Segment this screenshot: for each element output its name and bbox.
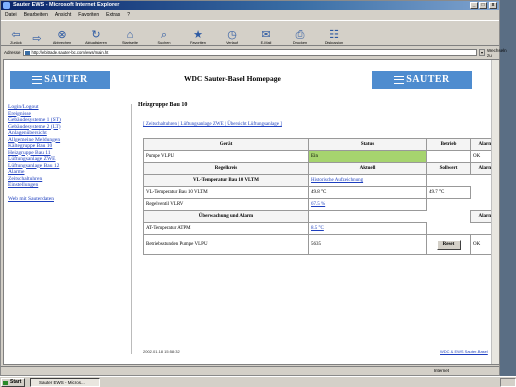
- menu-bearbeiten[interactable]: Bearbeiten: [24, 11, 48, 19]
- history-icon: ◷: [227, 29, 237, 41]
- status-table: Gerät Status Betrieb Alarm Pumpe VLPU Ei…: [143, 138, 500, 255]
- table-row: Überwachung und Alarm Alarm: [143, 210, 499, 223]
- col-header-status: Status: [308, 138, 427, 151]
- favorites-icon: ★: [193, 29, 203, 41]
- menu-datei[interactable]: Datei: [5, 11, 17, 19]
- breadcrumb[interactable]: [ Zeitschaltuhren | Lüftungsanlage ZWE |…: [143, 122, 282, 127]
- refresh-button[interactable]: ↻ Aktualisieren: [79, 21, 113, 46]
- history-button[interactable]: ◷ Verlauf: [215, 21, 249, 46]
- section-header-monitoring: Überwachung und Alarm: [143, 210, 309, 223]
- window-title: Sauter EWS - Microsoft Internet Explorer: [13, 2, 120, 8]
- section-header-temperature: VL-Temperatur Bau 10 VLTM: [143, 174, 309, 187]
- back-button[interactable]: ⇦ Zurück: [3, 21, 29, 46]
- table-row: VL-Temperatur Bau 10 VLTM 49.8 °C 49.7 °…: [143, 186, 500, 199]
- sidebar-nav: Login/Logout Ereignisse Gebäudesysteme 1…: [8, 104, 132, 354]
- forward-arrow-icon: ⇨: [32, 33, 42, 45]
- search-button[interactable]: ⌕ Suchen: [147, 21, 181, 46]
- stop-button[interactable]: ⊗ Abbrechen: [45, 21, 79, 46]
- browser-window: Sauter EWS - Microsoft Internet Explorer…: [0, 0, 507, 376]
- history-link[interactable]: Historische Aufzeichnung: [308, 174, 427, 187]
- menu-favoriten[interactable]: Favoriten: [78, 11, 99, 19]
- page-content: SAUTER WDC Sauter-Basel Homepage SAUTER …: [3, 59, 500, 365]
- menu-help[interactable]: ?: [127, 11, 130, 19]
- status-bar: Internet: [1, 366, 499, 374]
- search-icon: ⌕: [160, 29, 168, 41]
- main-panel: Heizgruppe Bau 10 [ Zeitschaltuhren | Lü…: [138, 100, 500, 360]
- table-row: Regelkreis Aktuell Sollwert Alarm: [143, 162, 499, 175]
- vertical-scrollbar[interactable]: [491, 60, 499, 364]
- col-header-geraet: Gerät: [143, 138, 309, 151]
- stop-icon: ⊗: [57, 29, 67, 41]
- ie-logo-icon: [3, 2, 10, 9]
- temp-actual-value: 49.8 °C: [308, 186, 427, 199]
- discuss-icon: ☷: [329, 29, 339, 41]
- back-arrow-icon: ⇦: [11, 29, 21, 41]
- address-bar: Adresse http://ebitrade.sauter-bc.com/ew…: [1, 48, 507, 58]
- pump-status: Ein: [308, 150, 427, 163]
- menu-extras[interactable]: Extras: [106, 11, 120, 19]
- address-label: Adresse: [4, 50, 21, 55]
- outdoor-label: AT-Temperatur ATPM: [143, 222, 309, 235]
- col-header-aktuell: Aktuell: [308, 162, 427, 175]
- table-row: Pumpe VLPU Ein OK: [143, 150, 499, 163]
- ventil-label: Regelventil VLRV: [143, 198, 309, 211]
- favorites-button[interactable]: ★ Favoriten: [181, 21, 215, 46]
- hours-value: 5635: [308, 234, 427, 255]
- sauter-logo-icon: [32, 75, 43, 84]
- sauter-logo-right: SAUTER: [372, 71, 472, 89]
- banner-title: WDC Sauter-Basel Homepage: [184, 74, 281, 83]
- pump-label: Pumpe VLPU: [143, 150, 309, 163]
- table-row: Betriebsstunden Pumpe VLPU 5635 Reset OK: [143, 234, 499, 255]
- section-header-regelkreis: Regelkreis: [143, 162, 309, 175]
- hours-label: Betriebsstunden Pumpe VLPU: [143, 234, 309, 255]
- close-button[interactable]: x: [489, 2, 497, 9]
- sauter-logo-icon: [394, 75, 405, 84]
- system-tray: [500, 378, 516, 387]
- menu-ansicht[interactable]: Ansicht: [55, 11, 71, 19]
- sidebar-item-einstellungen[interactable]: Einstellungen: [8, 182, 131, 189]
- sidebar-item-web[interactable]: Web mit Sauterdaten: [8, 196, 131, 203]
- footer-link[interactable]: WDC & EWS Sauter-Basel: [440, 349, 488, 354]
- mail-icon: ✉: [261, 29, 271, 41]
- timestamp: 2002.01.18 15:58:32: [143, 349, 180, 354]
- print-button[interactable]: ⎙ Drucken: [283, 21, 317, 46]
- table-row: Gerät Status Betrieb Alarm: [143, 138, 499, 151]
- table-row: Regelventil VLRV 67.5 %: [143, 198, 500, 211]
- go-button[interactable]: Wechseln zu: [487, 48, 507, 58]
- sauter-logo-left: SAUTER: [10, 71, 110, 89]
- toolbar: ⇦ Zurück ⇨ ⊗ Abbrechen ↻ Aktualisieren ⌂ Sta…: [1, 20, 499, 46]
- status-zone: Internet: [433, 368, 449, 373]
- table-row: VL-Temperatur Bau 10 VLTM Historische Au…: [143, 174, 500, 187]
- address-dropdown-icon[interactable]: ▾: [479, 49, 485, 56]
- discuss-button[interactable]: ☷ Diskussion: [317, 21, 351, 46]
- menu-bar: Datei Bearbeiten Ansicht Favoriten Extra…: [1, 11, 499, 19]
- forward-button[interactable]: ⇨: [29, 21, 45, 46]
- print-icon: ⎙: [295, 29, 305, 41]
- mail-button[interactable]: ✉ E-Mail: [249, 21, 283, 46]
- ventil-value[interactable]: 67.5 %: [308, 198, 427, 211]
- temp-setpoint-value[interactable]: 49.7 °C: [426, 186, 471, 199]
- page-title: Heizgruppe Bau 10: [138, 102, 188, 108]
- minimize-button[interactable]: _: [470, 2, 478, 9]
- page-banner: SAUTER WDC Sauter-Basel Homepage SAUTER: [4, 68, 499, 90]
- col-header-betrieb: Betrieb: [426, 138, 471, 151]
- refresh-icon: ↻: [91, 29, 101, 41]
- outdoor-value[interactable]: 8.5 °C: [308, 222, 427, 235]
- home-button[interactable]: ⌂ Startseite: [113, 21, 147, 46]
- address-input[interactable]: http://ebitrade.sauter-bc.com/ews/main.h…: [22, 49, 477, 56]
- taskbar-item-browser[interactable]: Sauter EWS - Micros...: [30, 378, 100, 387]
- maximize-button[interactable]: □: [479, 2, 487, 9]
- start-button[interactable]: Start: [1, 378, 25, 387]
- taskbar: Start Sauter EWS - Micros...: [0, 376, 516, 387]
- table-row: AT-Temperatur ATPM 8.5 °C: [143, 222, 500, 235]
- title-bar: Sauter EWS - Microsoft Internet Explorer…: [1, 1, 499, 10]
- temp-row-label: VL-Temperatur Bau 10 VLTM: [143, 186, 309, 199]
- reset-button[interactable]: Reset: [436, 239, 461, 250]
- home-icon: ⌂: [126, 29, 134, 41]
- col-header-sollwert: Sollwert: [426, 162, 471, 175]
- pump-betrieb: [426, 150, 471, 163]
